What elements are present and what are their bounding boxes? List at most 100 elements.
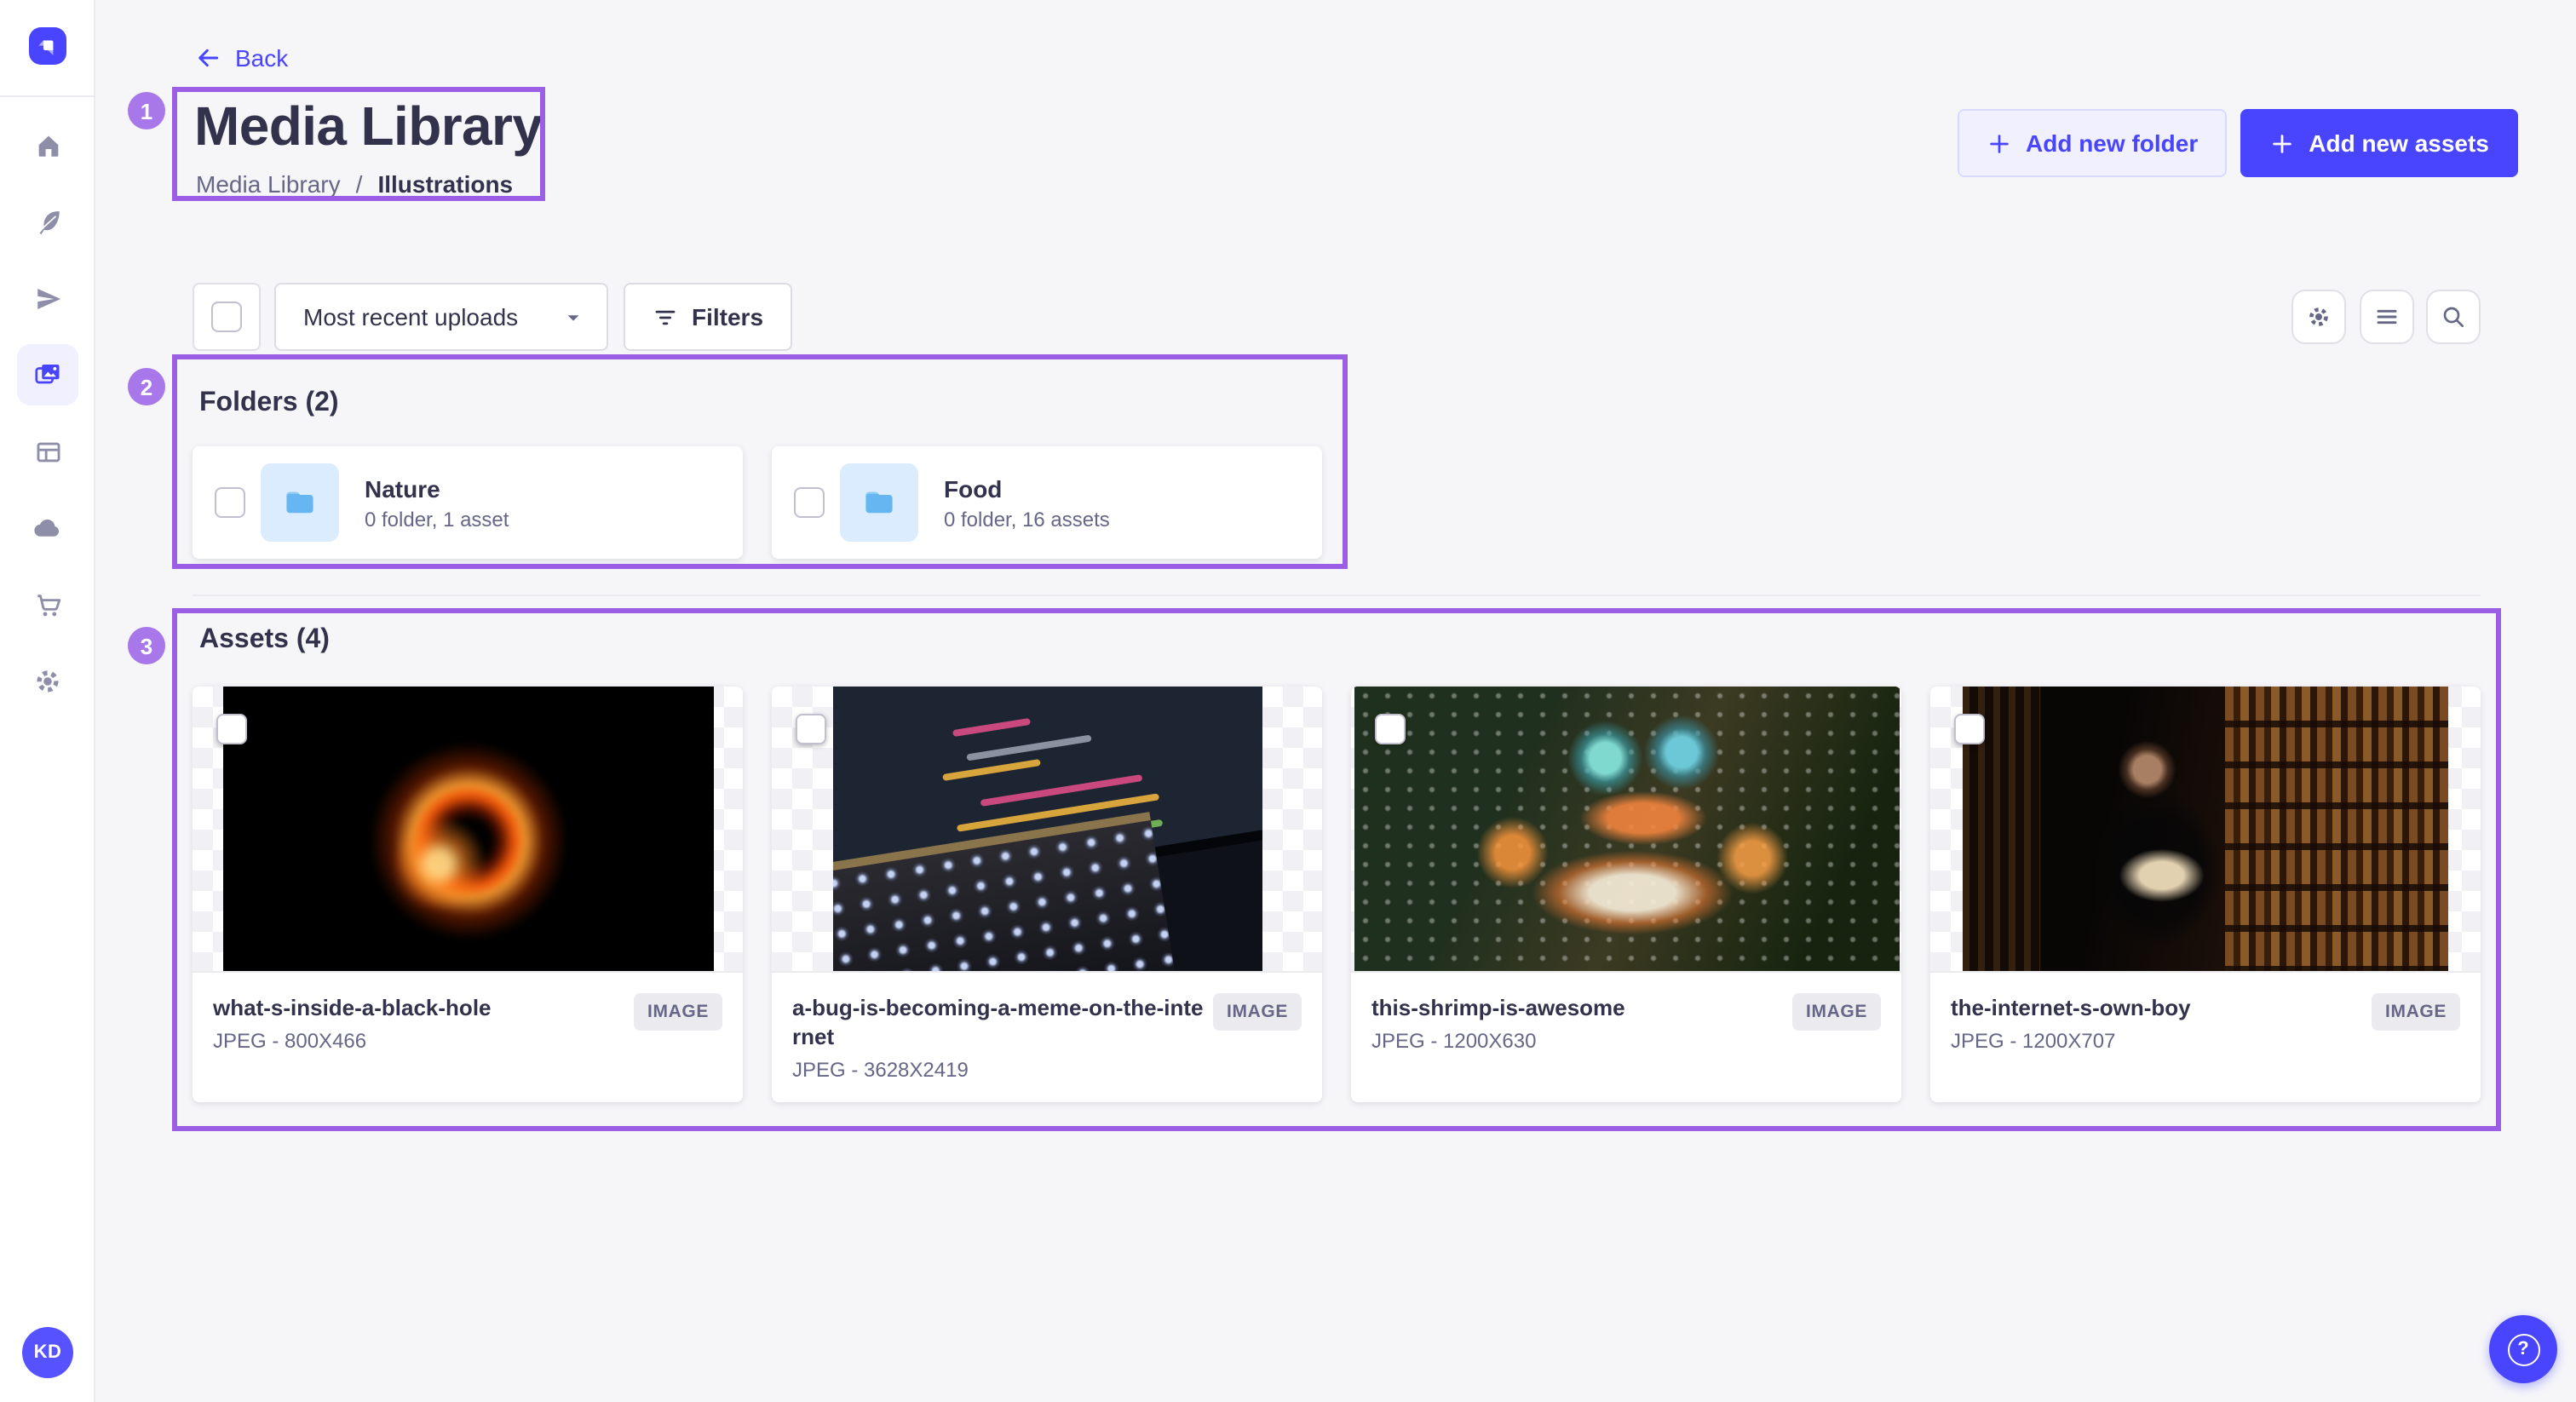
back-label: Back — [235, 44, 288, 72]
asset-card-black-hole[interactable]: what-s-inside-a-black-hole JPEG - 800X46… — [193, 687, 743, 1102]
search-button[interactable] — [2426, 290, 2481, 344]
folder-icon — [860, 484, 898, 521]
asset-type-badge: IMAGE — [2372, 993, 2460, 1031]
sidebar-item-media-library[interactable] — [17, 344, 78, 405]
annotation-badge-1: 1 — [128, 92, 165, 129]
page-title: Media Library — [194, 95, 542, 158]
sidebar-item-content-manager[interactable] — [17, 191, 78, 252]
folder-name: Nature — [365, 474, 509, 502]
app-root: KD Back Media Library Media Library / Il… — [0, 0, 2576, 1402]
add-new-folder-button[interactable]: Add new folder — [1958, 109, 2227, 177]
media-library-icon — [32, 359, 63, 390]
filter-icon — [653, 304, 678, 330]
layout-icon — [33, 437, 62, 466]
section-divider — [193, 595, 2481, 596]
folder-meta: 0 folder, 16 assets — [944, 507, 1110, 531]
asset-info: what-s-inside-a-black-hole JPEG - 800X46… — [193, 973, 743, 1095]
paper-plane-icon — [33, 284, 62, 313]
folder-icon — [281, 484, 319, 521]
folder-card-nature[interactable]: Nature 0 folder, 1 asset — [193, 446, 743, 559]
add-new-folder-label: Add new folder — [2026, 129, 2198, 157]
add-new-assets-button[interactable]: Add new assets — [2240, 109, 2518, 177]
folders-grid: Nature 0 folder, 1 asset Food 0 folder, … — [193, 446, 2481, 559]
sort-select[interactable]: Most recent uploads — [274, 283, 608, 351]
asset-info: the-internet-s-own-boy JPEG - 1200X707 I… — [1930, 973, 2481, 1095]
asset-thumbnail — [1930, 687, 2481, 973]
asset-card-internets-own-boy[interactable]: the-internet-s-own-boy JPEG - 1200X707 I… — [1930, 687, 2481, 1102]
folder-checkbox[interactable] — [215, 487, 245, 518]
folders-heading: Folders (2) — [199, 388, 339, 419]
asset-meta: JPEG - 3628X2419 — [792, 1058, 1302, 1082]
asset-meta: JPEG - 1200X707 — [1951, 1029, 2460, 1053]
folder-card-food[interactable]: Food 0 folder, 16 assets — [772, 446, 1322, 559]
arrow-left-icon — [194, 44, 221, 72]
back-link[interactable]: Back — [194, 44, 288, 72]
checkbox — [211, 302, 242, 332]
black-hole-image — [222, 687, 713, 973]
asset-checkbox[interactable] — [216, 714, 247, 744]
list-view-button[interactable] — [2360, 290, 2414, 344]
cloud-icon — [32, 513, 63, 543]
annotation-badge-3: 3 — [128, 627, 165, 664]
asset-checkbox[interactable] — [1375, 714, 1406, 744]
sidebar-item-releases[interactable] — [17, 267, 78, 329]
asset-checkbox[interactable] — [796, 714, 826, 744]
plus-icon — [2269, 130, 2295, 156]
folder-icon-tile — [840, 463, 918, 542]
asset-type-badge: IMAGE — [1792, 993, 1881, 1031]
filters-label: Filters — [692, 303, 763, 330]
asset-title: a-bug-is-becoming-a-meme-on-the-internet — [792, 993, 1205, 1051]
folder-text: Food 0 folder, 16 assets — [944, 474, 1110, 531]
folder-text: Nature 0 folder, 1 asset — [365, 474, 509, 531]
mantis-shrimp-image — [1354, 687, 1899, 973]
asset-info: this-shrimp-is-awesome JPEG - 1200X630 I… — [1351, 973, 1901, 1095]
gear-icon — [32, 666, 63, 697]
asset-card-shrimp[interactable]: this-shrimp-is-awesome JPEG - 1200X630 I… — [1351, 687, 1901, 1102]
strapi-logo-icon — [34, 32, 61, 60]
asset-title: what-s-inside-a-black-hole — [213, 993, 625, 1022]
sidebar-item-home[interactable] — [17, 114, 78, 175]
annotation-badge-2: 2 — [128, 368, 165, 405]
feather-icon — [33, 207, 62, 236]
sort-select-value: Most recent uploads — [303, 303, 518, 330]
view-settings-button[interactable] — [2291, 290, 2346, 344]
cart-icon — [33, 590, 62, 619]
asset-type-badge: IMAGE — [634, 993, 722, 1031]
asset-meta: JPEG - 800X466 — [213, 1029, 722, 1053]
asset-title: this-shrimp-is-awesome — [1371, 993, 1784, 1022]
assets-heading: Assets (4) — [199, 625, 330, 656]
breadcrumb-separator: / — [356, 170, 363, 198]
asset-thumbnail — [1351, 687, 1901, 973]
breadcrumb-current: Illustrations — [377, 170, 513, 198]
sidebar-item-deploy[interactable] — [17, 497, 78, 559]
asset-meta: JPEG - 1200X630 — [1371, 1029, 1881, 1053]
breadcrumb-parent[interactable]: Media Library — [196, 170, 341, 198]
folder-meta: 0 folder, 1 asset — [365, 507, 509, 531]
folder-checkbox[interactable] — [794, 487, 825, 518]
sidebar-item-content-type-builder[interactable] — [17, 421, 78, 482]
asset-card-bug-meme[interactable]: a-bug-is-becoming-a-meme-on-the-internet… — [772, 687, 1322, 1102]
sidebar-item-marketplace[interactable] — [17, 574, 78, 635]
select-all-checkbox[interactable] — [193, 283, 261, 351]
search-icon — [2440, 303, 2467, 330]
laptop-code-image — [832, 687, 1262, 973]
sidebar: KD — [0, 0, 95, 1402]
sidebar-item-settings[interactable] — [17, 651, 78, 712]
help-button[interactable]: ? — [2489, 1315, 2557, 1383]
add-new-assets-label: Add new assets — [2309, 129, 2489, 157]
filters-button[interactable]: Filters — [624, 283, 792, 351]
asset-thumbnail — [772, 687, 1322, 973]
strapi-logo[interactable] — [29, 27, 66, 65]
avatar-initials: KD — [34, 1342, 62, 1363]
home-icon — [33, 130, 62, 159]
user-avatar[interactable]: KD — [22, 1327, 73, 1378]
breadcrumb: Media Library / Illustrations — [196, 170, 513, 198]
asset-checkbox[interactable] — [1954, 714, 1985, 744]
assets-grid: what-s-inside-a-black-hole JPEG - 800X46… — [193, 687, 2481, 1102]
list-icon — [2373, 303, 2401, 330]
header-actions: Add new folder Add new assets — [1958, 109, 2518, 177]
folder-name: Food — [944, 474, 1110, 502]
sidebar-divider — [0, 95, 94, 97]
plus-icon — [1987, 130, 2012, 156]
library-portrait-image — [1963, 687, 2448, 973]
